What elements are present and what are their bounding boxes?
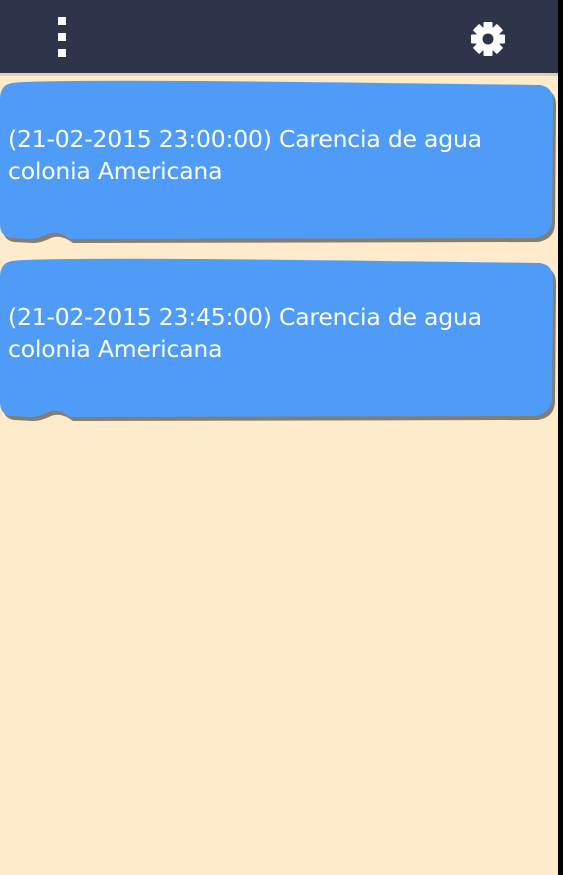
alert-text-container: (21-02-2015 23:00:00) Carencia de agua c… [8,79,543,229]
alert-message: (21-02-2015 23:00:00) Carencia de agua c… [8,125,482,185]
settings-button[interactable] [462,14,514,64]
alert-message: (21-02-2015 23:45:00) Carencia de agua c… [8,303,482,363]
gear-icon [471,22,505,56]
overflow-menu-button[interactable] [40,10,84,64]
app-bar [0,0,558,76]
overflow-menu-icon [58,17,66,57]
screen-edge [558,0,563,875]
alert-card[interactable]: (21-02-2015 23:00:00) Carencia de agua c… [0,79,556,243]
alert-card[interactable]: (21-02-2015 23:45:00) Carencia de agua c… [0,257,556,421]
alert-text-container: (21-02-2015 23:45:00) Carencia de agua c… [8,257,543,407]
